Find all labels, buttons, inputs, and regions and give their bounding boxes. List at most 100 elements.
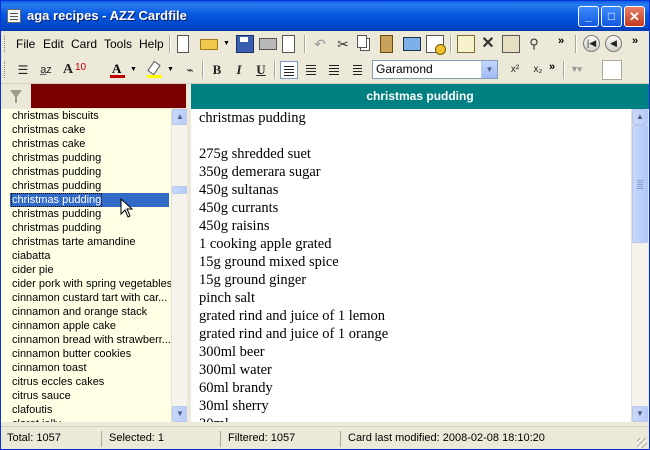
list-item[interactable]: cinnamon and orange stack <box>1 305 171 319</box>
subscript-button[interactable]: x₂ <box>529 61 547 79</box>
style-box[interactable] <box>602 60 622 80</box>
font-style-icon[interactable]: a̲z <box>37 61 55 79</box>
list-item-label: citrus eccles cakes <box>12 376 105 388</box>
app-icon[interactable] <box>7 9 21 23</box>
italic-button[interactable]: I <box>230 61 248 79</box>
print-icon[interactable] <box>259 38 277 50</box>
list-item-label: christmas pudding <box>12 208 102 220</box>
align-right-icon[interactable] <box>326 61 344 79</box>
card-list[interactable]: christmas biscuits christmas cake christma… <box>1 109 171 422</box>
insert-date-icon[interactable] <box>426 35 446 55</box>
card-text-line: 300ml water <box>199 362 272 378</box>
menu-edit[interactable]: Edit <box>43 37 64 51</box>
list-item[interactable]: christmas cake <box>1 137 171 151</box>
list-item[interactable]: cinnamon bread with strawberr... <box>1 333 171 347</box>
list-item[interactable]: cinnamon apple cake <box>1 319 171 333</box>
list-item[interactable]: christmas pudding <box>10 193 169 207</box>
list-item[interactable]: christmas cake <box>1 123 171 137</box>
scroll-up-arrow-icon[interactable]: ▲ <box>172 109 188 125</box>
title-bar[interactable]: aga recipes - AZZ Cardfile _ □ ✕ <box>1 1 649 31</box>
list-item[interactable]: cider pie <box>1 263 171 277</box>
card-text-line: 450g currants <box>199 200 279 216</box>
menu-card[interactable]: Card <box>71 37 97 51</box>
style-dropdown-icon[interactable]: ▼ ▾ <box>570 64 582 75</box>
close-button[interactable]: ✕ <box>624 6 645 27</box>
chevron-down-icon[interactable]: ▼ <box>481 61 497 78</box>
list-item[interactable]: citrus eccles cakes <box>1 375 171 389</box>
list-item-label: christmas biscuits <box>12 110 99 122</box>
filter-funnel-icon[interactable] <box>10 90 22 103</box>
superscript-button[interactable]: x² <box>506 61 524 79</box>
list-item[interactable]: clafoutis <box>1 403 171 417</box>
card-text-line: 30ml ... <box>191 415 631 422</box>
list-scroll-thumb[interactable] <box>172 186 188 194</box>
list-item-label: cider pork with spring vegetables <box>12 278 171 290</box>
card-text-line: grated rind and juice of 1 lemon <box>199 308 386 324</box>
toolbar-grip[interactable] <box>4 35 8 52</box>
resize-grip-icon[interactable] <box>637 438 647 448</box>
list-item[interactable]: christmas pudding <box>1 165 171 179</box>
open-folder-icon[interactable] <box>200 39 218 50</box>
list-item[interactable]: cinnamon butter cookies <box>1 347 171 361</box>
paste-icon[interactable] <box>380 35 393 53</box>
menu-tools[interactable]: Tools <box>104 37 132 51</box>
scroll-down-arrow-icon[interactable]: ▼ <box>632 406 648 422</box>
font-color-icon[interactable]: A <box>109 61 127 79</box>
find-binoculars-icon[interactable]: ⚲ <box>525 35 543 53</box>
list-item[interactable]: christmas pudding <box>1 151 171 165</box>
undo-icon[interactable]: ↶ <box>311 35 329 53</box>
bullet-list-icon[interactable] <box>348 61 366 79</box>
card-scroll-thumb[interactable] <box>632 125 648 243</box>
delete-card-icon[interactable]: ✕ <box>479 35 497 53</box>
open-dropdown-chevron-icon[interactable]: ▼ <box>223 40 230 47</box>
menu-help[interactable]: Help <box>139 37 164 51</box>
bold-button[interactable]: B <box>208 61 226 79</box>
print-preview-icon[interactable] <box>282 35 295 53</box>
insert-picture-icon[interactable] <box>403 37 421 51</box>
list-item[interactable]: citrus sauce <box>1 389 171 403</box>
list-item[interactable]: cinnamon custard tart with car... <box>1 291 171 305</box>
scroll-up-arrow-icon[interactable]: ▲ <box>632 109 648 125</box>
new-file-icon[interactable] <box>177 35 189 53</box>
maximize-button[interactable]: □ <box>601 6 622 27</box>
list-item-label: clafoutis <box>12 404 53 416</box>
card-properties-icon[interactable] <box>502 35 520 53</box>
list-item[interactable]: ciabatta <box>1 249 171 263</box>
card-editor[interactable]: christmas pudding 275g shredded suet 350g … <box>191 109 631 422</box>
card-scrollbar[interactable]: ▲ ▼ <box>631 109 648 422</box>
list-item[interactable]: cider pork with spring vegetables <box>1 277 171 291</box>
underline-button[interactable]: U <box>252 61 270 79</box>
highlight-dropdown-icon[interactable]: ▼ <box>167 66 174 73</box>
paragraph-format-icon[interactable]: ☰ <box>14 61 32 79</box>
font-name-select[interactable]: Garamond ▼ <box>372 60 498 79</box>
list-item[interactable]: christmas biscuits <box>1 109 171 123</box>
toolbar-grip[interactable] <box>4 61 8 78</box>
toolbar-overflow-chevron-icon[interactable]: » <box>558 35 564 47</box>
list-item[interactable]: christmas pudding <box>1 179 171 193</box>
format-painter-icon[interactable]: ⌁ <box>181 61 199 79</box>
mouse-pointer-icon <box>120 198 134 218</box>
align-center-icon[interactable] <box>303 61 321 79</box>
list-scrollbar[interactable]: ▲ ▼ <box>171 109 188 422</box>
list-item[interactable]: christmas tarte amandine <box>1 235 171 249</box>
nav-overflow-chevron-icon[interactable]: » <box>632 35 638 47</box>
align-left-icon[interactable] <box>280 61 298 79</box>
font-name-value: Garamond <box>376 62 433 76</box>
new-card-icon[interactable] <box>457 35 475 53</box>
cut-icon[interactable]: ✂ <box>334 35 352 53</box>
scroll-down-arrow-icon[interactable]: ▼ <box>172 406 188 422</box>
filter-input[interactable] <box>31 84 186 108</box>
font-color-dropdown-icon[interactable]: ▼ <box>130 66 137 73</box>
copy-icon[interactable] <box>357 35 367 48</box>
minimize-button[interactable]: _ <box>578 6 599 27</box>
first-card-icon[interactable]: |◀ <box>583 35 600 52</box>
list-item[interactable]: christmas pudding <box>1 221 171 235</box>
list-item[interactable]: claret jelly <box>1 417 171 422</box>
list-item[interactable]: cinnamon toast <box>1 361 171 375</box>
menu-file[interactable]: File <box>16 37 35 51</box>
list-item[interactable]: christmas pudding <box>1 207 171 221</box>
format-overflow-chevron-icon[interactable]: » <box>549 61 555 73</box>
save-icon[interactable] <box>236 35 254 53</box>
highlight-color-icon[interactable] <box>146 60 164 79</box>
previous-card-icon[interactable]: ◀ <box>605 35 622 52</box>
